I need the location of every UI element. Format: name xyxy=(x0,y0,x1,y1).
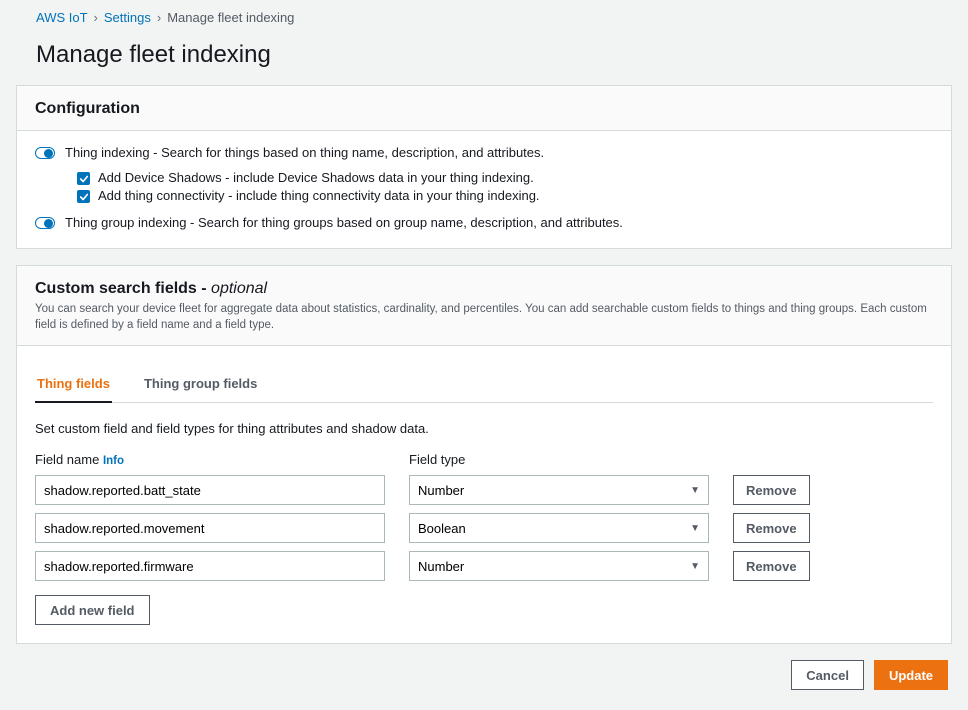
caret-down-icon: ▼ xyxy=(690,485,700,496)
tab-thing-fields[interactable]: Thing fields xyxy=(35,366,112,403)
remove-field-button[interactable]: Remove xyxy=(733,475,810,505)
custom-fields-tabs: Thing fields Thing group fields xyxy=(35,366,933,403)
add-shadows-label: Add Device Shadows - include Device Shad… xyxy=(98,170,534,185)
field-type-select[interactable]: Boolean ▼ xyxy=(409,513,709,543)
remove-field-button[interactable]: Remove xyxy=(733,551,810,581)
page-footer: Cancel Update xyxy=(16,660,952,690)
field-name-info-link[interactable]: Info xyxy=(103,455,124,467)
field-type-select[interactable]: Number ▼ xyxy=(409,551,709,581)
caret-down-icon: ▼ xyxy=(690,561,700,572)
page-title: Manage fleet indexing xyxy=(36,41,952,69)
update-button[interactable]: Update xyxy=(874,660,948,690)
chevron-right-icon: › xyxy=(157,10,161,25)
breadcrumb-settings-link[interactable]: Settings xyxy=(104,10,151,25)
field-name-input[interactable] xyxy=(35,475,385,505)
field-row: Boolean ▼ Remove xyxy=(35,513,933,543)
add-connectivity-label: Add thing connectivity - include thing c… xyxy=(98,188,540,203)
thing-fields-desc: Set custom field and field types for thi… xyxy=(35,421,933,436)
field-row: Number ▼ Remove xyxy=(35,551,933,581)
group-indexing-toggle[interactable] xyxy=(35,217,55,229)
chevron-right-icon: › xyxy=(94,10,98,25)
custom-fields-panel: Custom search fields - optional You can … xyxy=(16,265,952,644)
field-name-label: Field name xyxy=(35,452,99,467)
configuration-panel: Configuration Thing indexing - Search fo… xyxy=(16,85,952,249)
tab-thing-group-fields[interactable]: Thing group fields xyxy=(142,366,259,402)
caret-down-icon: ▼ xyxy=(690,523,700,534)
custom-fields-heading: Custom search fields - optional xyxy=(35,280,933,298)
optional-tag: optional xyxy=(211,280,267,297)
thing-indexing-toggle[interactable] xyxy=(35,147,55,159)
add-shadows-checkbox[interactable] xyxy=(77,172,90,185)
field-name-input[interactable] xyxy=(35,513,385,543)
breadcrumb-root-link[interactable]: AWS IoT xyxy=(36,10,88,25)
configuration-heading: Configuration xyxy=(35,100,933,118)
add-connectivity-checkbox[interactable] xyxy=(77,190,90,203)
field-type-label: Field type xyxy=(409,452,465,467)
thing-indexing-label: Thing indexing - Search for things based… xyxy=(65,145,544,160)
field-row: Number ▼ Remove xyxy=(35,475,933,505)
breadcrumb: AWS IoT › Settings › Manage fleet indexi… xyxy=(16,10,952,33)
field-type-select[interactable]: Number ▼ xyxy=(409,475,709,505)
group-indexing-label: Thing group indexing - Search for thing … xyxy=(65,215,623,230)
add-new-field-button[interactable]: Add new field xyxy=(35,595,150,625)
remove-field-button[interactable]: Remove xyxy=(733,513,810,543)
field-name-input[interactable] xyxy=(35,551,385,581)
cancel-button[interactable]: Cancel xyxy=(791,660,864,690)
custom-fields-desc: You can search your device fleet for agg… xyxy=(35,302,933,333)
breadcrumb-current: Manage fleet indexing xyxy=(167,10,294,25)
